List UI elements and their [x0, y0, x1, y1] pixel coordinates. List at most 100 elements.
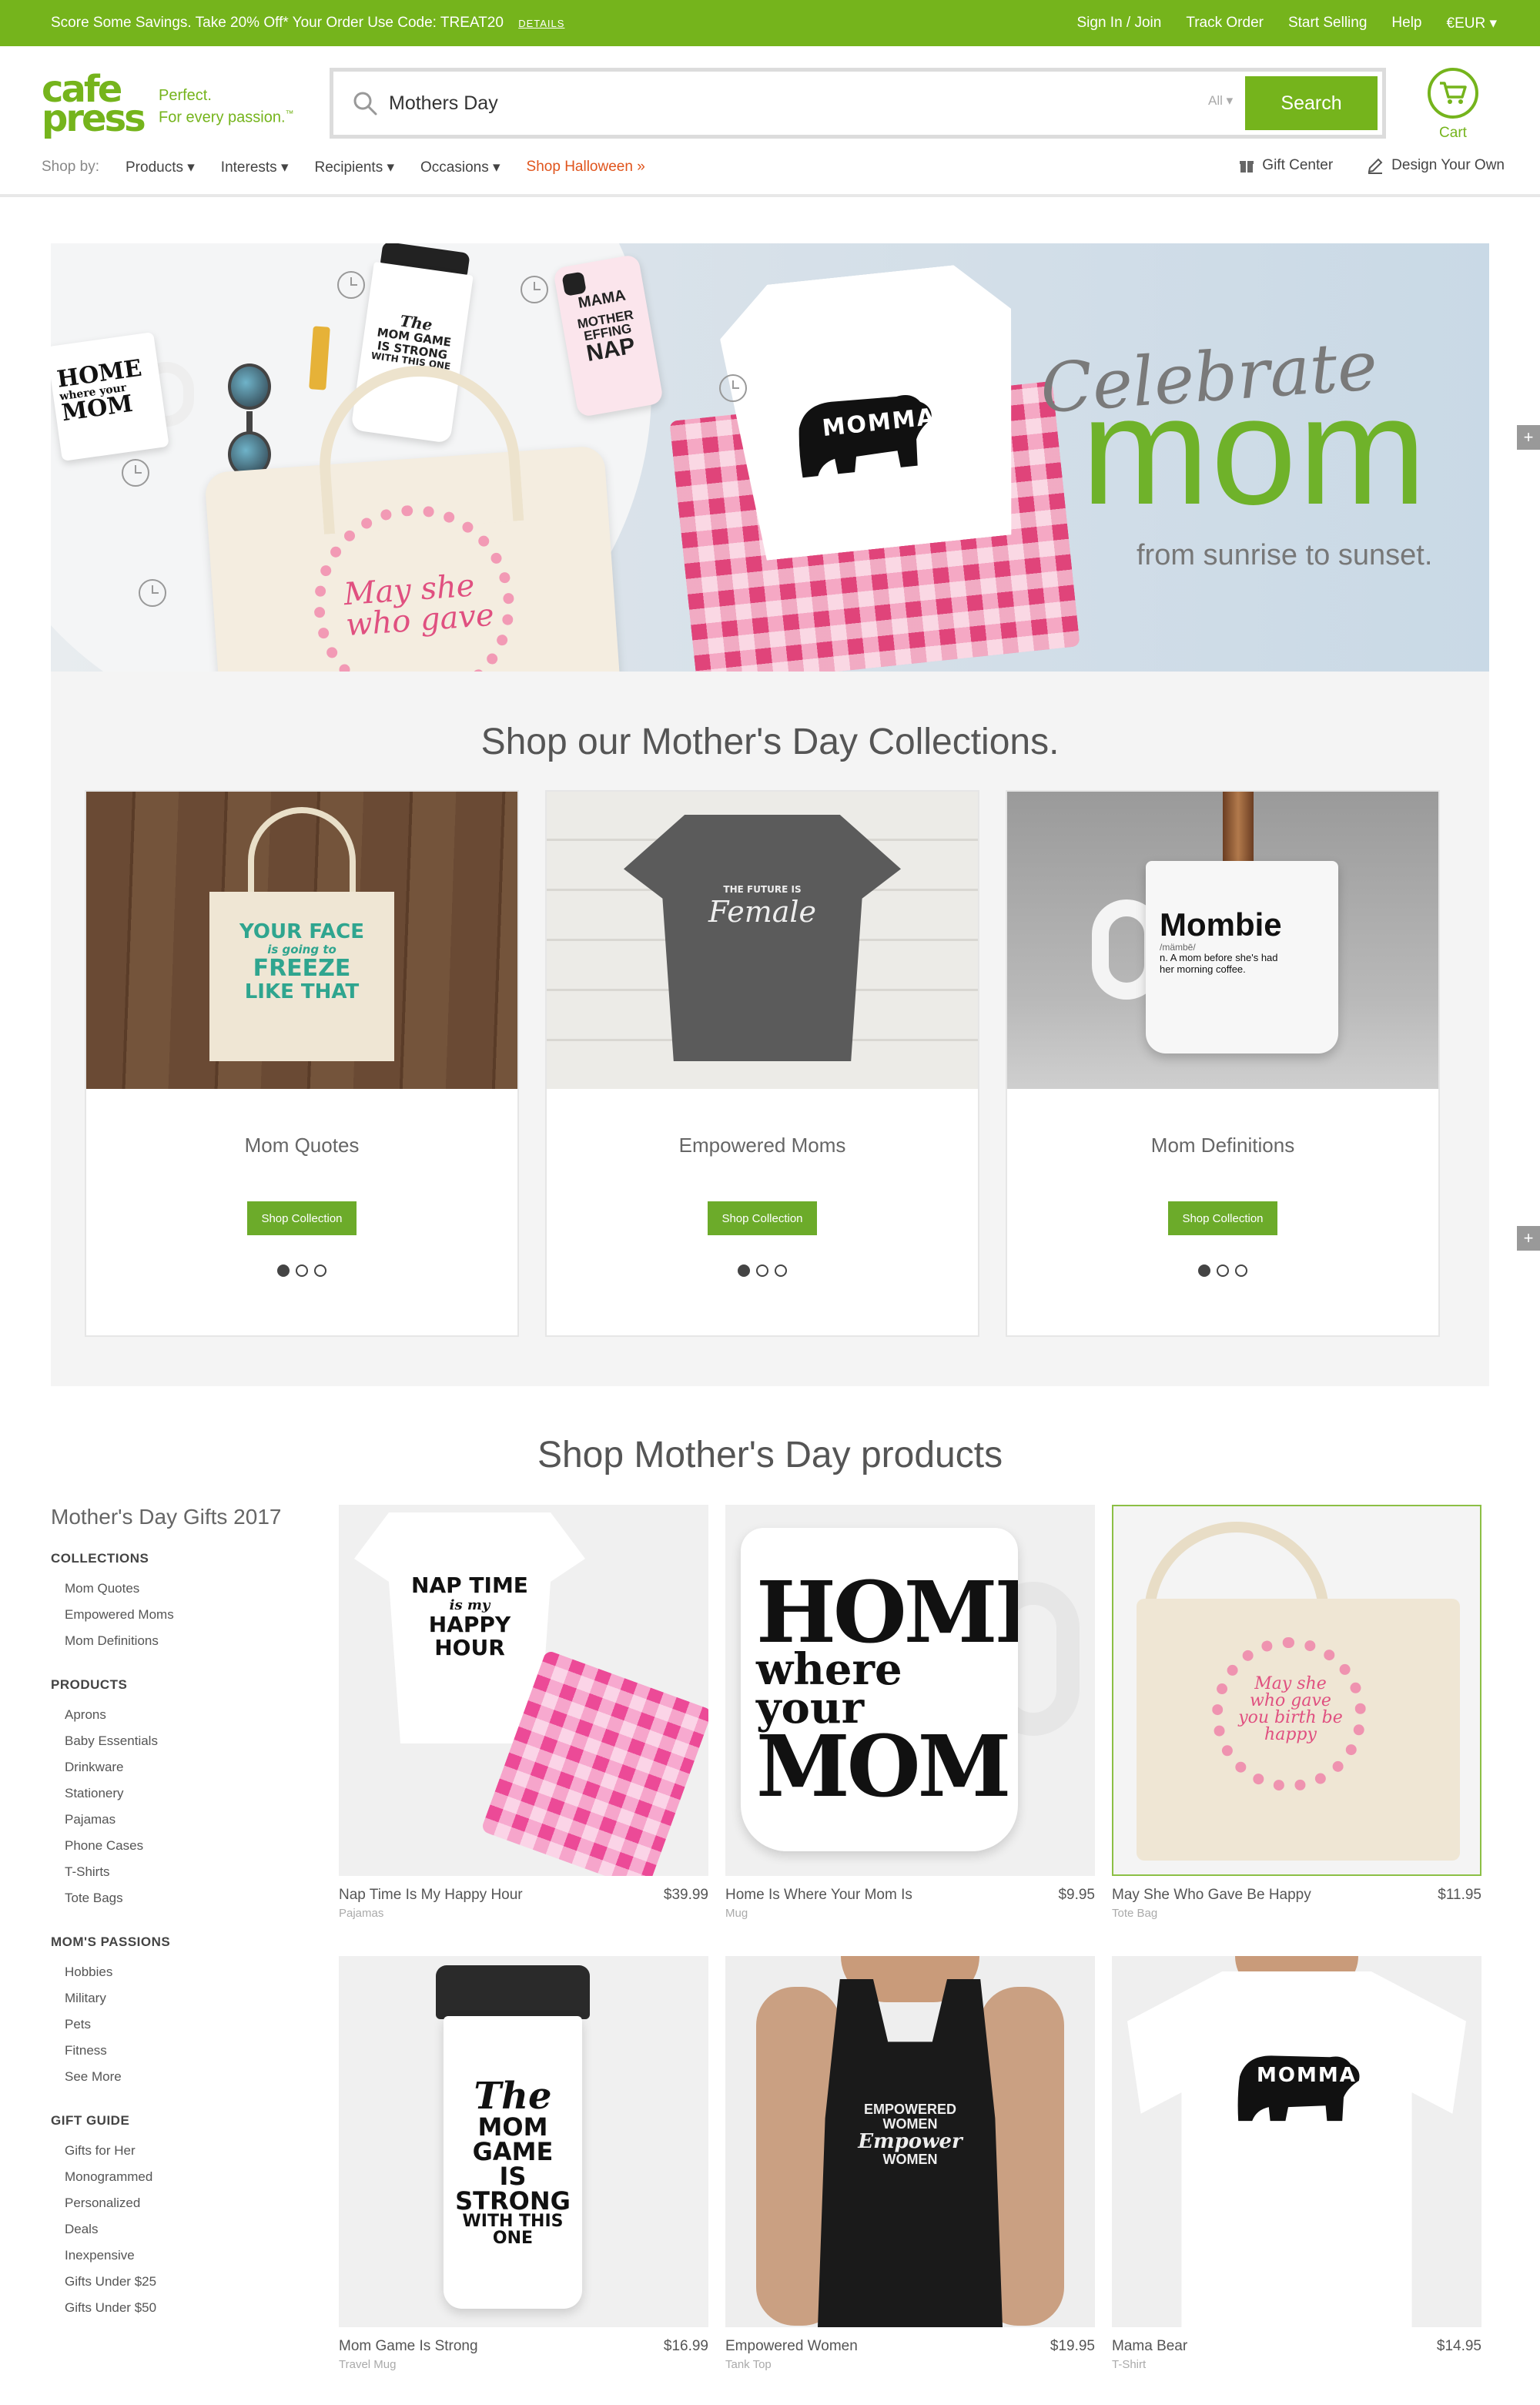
nav-interests[interactable]: Interests ▾ [221, 159, 289, 176]
carousel-dot[interactable] [314, 1264, 326, 1277]
product-name[interactable]: Empowered Women [725, 2338, 858, 2355]
shop-collection-button[interactable]: Shop Collection [1168, 1201, 1277, 1235]
product-type: Travel Mug [339, 2358, 397, 2371]
clock-icon [337, 271, 365, 299]
promo-message: Score Some Savings. Take 20% Off* Your O… [51, 15, 564, 32]
sidebar-item-t-shirts[interactable]: T-Shirts [65, 1859, 313, 1885]
sidebar-item-baby-essentials[interactable]: Baby Essentials [65, 1728, 313, 1754]
shop-collection-button[interactable]: Shop Collection [247, 1201, 357, 1235]
sidebar-item-deals[interactable]: Deals [65, 2216, 313, 2243]
product-name[interactable]: Mom Game Is Strong [339, 2338, 478, 2355]
product-name[interactable]: May She Who Gave Be Happy [1112, 1887, 1311, 1904]
promo-details-link[interactable]: DETAILS [518, 18, 564, 29]
carousel-dots [738, 1264, 787, 1277]
search-category-select[interactable]: All ▾ [1208, 93, 1233, 109]
carousel-dot[interactable] [756, 1264, 768, 1277]
product-tile[interactable]: HOME where your MOM Home Is Where Your M… [725, 1505, 1095, 1920]
collection-card-mom-definitions[interactable]: Mombie /mämbē/ n. A mom before she's had… [1006, 790, 1440, 1337]
sidebar-item-monogrammed[interactable]: Monogrammed [65, 2164, 313, 2190]
feedback-tab-bottom[interactable]: + [1517, 1226, 1540, 1251]
nav-recipients[interactable]: Recipients ▾ [314, 159, 394, 176]
hero-momma-shirt: MOMMA [715, 260, 1034, 563]
product-image: EMPOWERED WOMEN Empower WOMEN [725, 1956, 1095, 2327]
sidebar-item-inexpensive[interactable]: Inexpensive [65, 2243, 313, 2269]
collection-3-line-3: n. A mom before she's had [1160, 952, 1278, 964]
sidebar-item-pajamas[interactable]: Pajamas [65, 1807, 313, 1833]
sidebar-item-hobbies[interactable]: Hobbies [65, 1959, 313, 1985]
product-6-line-1: MOMMA [1257, 2064, 1357, 2087]
nav-shop-halloween[interactable]: Shop Halloween » [527, 159, 645, 176]
sidebar-item-military[interactable]: Military [65, 1985, 313, 2011]
sidebar-item-tote-bags[interactable]: Tote Bags [65, 1885, 313, 1911]
product-tile[interactable]: May she who gave you birth be happy May … [1112, 1505, 1481, 1920]
track-order-link[interactable]: Track Order [1186, 15, 1264, 32]
collection-name: Mom Definitions [1150, 1134, 1295, 1157]
product-4-line-2: MOM GAME [472, 2112, 554, 2166]
sidebar-item-mom-quotes[interactable]: Mom Quotes [65, 1576, 313, 1602]
sidebar-item-fitness[interactable]: Fitness [65, 2038, 313, 2064]
design-your-own-link[interactable]: Design Your Own [1367, 157, 1505, 174]
collection-1-line-1: YOUR FACE [239, 920, 364, 943]
gift-center-label: Gift Center [1262, 157, 1334, 173]
product-tile[interactable]: NAP TIME is my HAPPY HOUR Nap Time Is My… [339, 1505, 708, 1920]
search-button[interactable]: Search [1245, 76, 1378, 130]
sidebar-item-gifts-for-her[interactable]: Gifts for Her [65, 2138, 313, 2164]
promo-bar: Score Some Savings. Take 20% Off* Your O… [0, 0, 1540, 46]
nav-products[interactable]: Products ▾ [126, 159, 195, 176]
product-2-line-3: MOM [756, 1716, 1011, 1816]
gift-center-link[interactable]: Gift Center [1239, 157, 1333, 174]
carousel-dot[interactable] [1198, 1264, 1210, 1277]
sign-in-link[interactable]: Sign In / Join [1076, 15, 1161, 32]
nav-occasions[interactable]: Occasions ▾ [420, 159, 500, 176]
sidebar-item-drinkware[interactable]: Drinkware [65, 1754, 313, 1780]
product-price: $16.99 [663, 2338, 708, 2354]
product-name[interactable]: Nap Time Is My Happy Hour [339, 1887, 523, 1904]
promo-text: Score Some Savings. Take 20% Off* Your O… [51, 15, 504, 31]
sidebar-item-aprons[interactable]: Aprons [65, 1702, 313, 1728]
collection-name: Mom Quotes [244, 1134, 360, 1157]
feedback-tab-top[interactable]: + [1517, 425, 1540, 450]
carousel-dot[interactable] [277, 1264, 290, 1277]
carousel-dot[interactable] [296, 1264, 308, 1277]
cart-button[interactable]: Cart [1426, 68, 1480, 145]
product-name[interactable]: Mama Bear [1112, 2338, 1187, 2355]
hero-subtitle: from sunrise to sunset. [1137, 539, 1433, 571]
cafepress-logo[interactable]: cafe press [42, 71, 149, 140]
product-type: Tank Top [725, 2358, 772, 2371]
product-type: Mug [725, 1907, 748, 1920]
sidebar-item-empowered-moms[interactable]: Empowered Moms [65, 1602, 313, 1628]
clock-icon [139, 579, 166, 607]
product-5-line-2: WOMEN [882, 2115, 938, 2132]
sidebar-item-mom-definitions[interactable]: Mom Definitions [65, 1628, 313, 1654]
sidebar-item-see-more[interactable]: See More [65, 2064, 313, 2090]
carousel-dot[interactable] [1217, 1264, 1229, 1277]
help-link[interactable]: Help [1391, 15, 1421, 32]
sidebar-item-gifts-under-25[interactable]: Gifts Under $25 [65, 2269, 313, 2295]
carousel-dots [1198, 1264, 1247, 1277]
carousel-dot[interactable] [1235, 1264, 1247, 1277]
product-name[interactable]: Home Is Where Your Mom Is [725, 1887, 912, 1904]
product-tile[interactable]: The MOM GAME IS STRONG WITH THIS ONE Mom… [339, 1956, 708, 2371]
sidebar-item-personalized[interactable]: Personalized [65, 2190, 313, 2216]
shop-collection-button[interactable]: Shop Collection [708, 1201, 817, 1235]
product-tile[interactable]: MOMMA Mama Bear $14.95 T-Shirt [1112, 1956, 1481, 2371]
carousel-dot[interactable] [738, 1264, 750, 1277]
gift-icon [1240, 161, 1254, 173]
product-3-line-3: you birth be [1238, 1708, 1343, 1727]
sidebar-item-phone-cases[interactable]: Phone Cases [65, 1833, 313, 1859]
cart-icon [1428, 68, 1478, 119]
sidebar-item-gifts-under-50[interactable]: Gifts Under $50 [65, 2295, 313, 2321]
search-input[interactable] [389, 84, 1082, 122]
sidebar-item-pets[interactable]: Pets [65, 2011, 313, 2038]
product-price: $11.95 [1438, 1887, 1481, 1903]
carousel-dot[interactable] [775, 1264, 787, 1277]
start-selling-link[interactable]: Start Selling [1288, 15, 1367, 32]
collection-card-empowered-moms[interactable]: THE FUTURE IS Female Empowered Moms Shop… [545, 790, 979, 1337]
product-image: HOME where your MOM [725, 1505, 1095, 1876]
product-3-line-1: May she [1254, 1674, 1327, 1693]
collection-card-mom-quotes[interactable]: YOUR FACE is going to FREEZE LIKE THAT M… [85, 790, 519, 1337]
currency-selector[interactable]: €EUR ▾ [1447, 15, 1498, 32]
product-tile[interactable]: EMPOWERED WOMEN Empower WOMEN Empowered … [725, 1956, 1095, 2371]
sidebar-item-stationery[interactable]: Stationery [65, 1780, 313, 1807]
hero-banner[interactable]: HOME where your MOM The MOM GAME IS STRO… [51, 243, 1489, 672]
